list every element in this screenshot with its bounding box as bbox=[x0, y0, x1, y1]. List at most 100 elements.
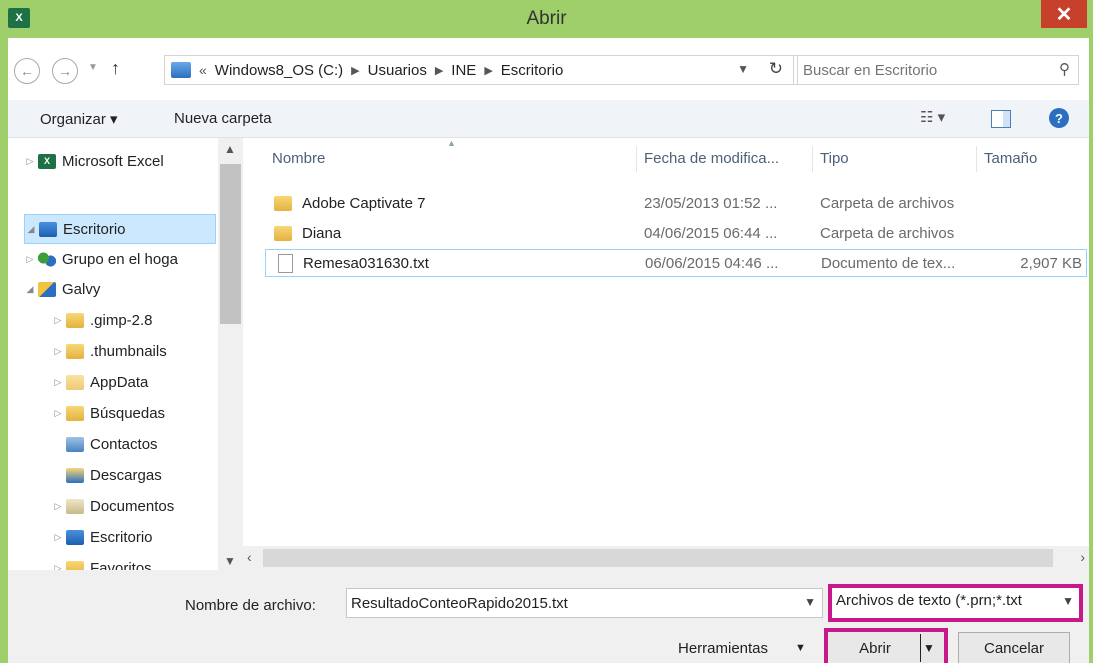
column-header-date[interactable]: Fecha de modifica... bbox=[644, 150, 779, 167]
column-header-size[interactable]: Tamaño bbox=[984, 150, 1037, 167]
nav-item-thumbnails[interactable]: ▷ .thumbnails bbox=[52, 336, 167, 366]
nav-item-busquedas[interactable]: ▷ Búsquedas bbox=[52, 398, 166, 428]
nav-item-escritorio[interactable]: ◢ Escritorio bbox=[24, 214, 216, 244]
title-bar[interactable]: X Abrir ✕ bbox=[0, 0, 1093, 38]
cancel-button[interactable]: Cancelar bbox=[958, 632, 1070, 663]
new-folder-button[interactable]: Nueva carpeta bbox=[174, 110, 272, 127]
file-name: Adobe Captivate 7 bbox=[302, 195, 426, 212]
filename-label: Nombre de archivo: bbox=[185, 597, 316, 614]
nav-item-gimp[interactable]: ▷ .gimp-2.8 bbox=[52, 305, 153, 335]
filename-combobox[interactable]: ▼ bbox=[346, 588, 823, 618]
sort-ascending-icon: ▲ bbox=[447, 138, 456, 148]
open-button[interactable]: Abrir bbox=[830, 634, 920, 662]
column-divider[interactable] bbox=[636, 146, 637, 172]
preview-pane-icon[interactable] bbox=[991, 110, 1011, 128]
collapse-icon[interactable]: ◢ bbox=[25, 224, 37, 235]
dialog-footer: Nombre de archivo: ▼ Archivos de texto (… bbox=[8, 570, 1089, 663]
column-divider[interactable] bbox=[976, 146, 977, 172]
breadcrumb-separator-icon[interactable]: ▶ bbox=[351, 64, 359, 77]
file-name: Remesa031630.txt bbox=[303, 255, 429, 272]
nav-item-documentos[interactable]: ▷ Documentos bbox=[52, 491, 175, 521]
nav-item-descargas[interactable]: Descargas bbox=[66, 460, 162, 490]
filename-input[interactable] bbox=[347, 589, 787, 617]
chevron-down-icon[interactable]: ▼ bbox=[1062, 594, 1074, 608]
address-row: ← → ▼ ↑ « Windows8_OS (C:) ▶ Usuarios ▶ … bbox=[8, 38, 1089, 100]
filetype-select[interactable]: Archivos de texto (*.prn;*.txt ▼ bbox=[828, 584, 1083, 622]
search-input[interactable] bbox=[794, 56, 1034, 84]
collapse-icon[interactable]: ◢ bbox=[24, 284, 36, 295]
expand-icon[interactable]: ▷ bbox=[24, 254, 36, 265]
expand-icon[interactable]: ▷ bbox=[52, 377, 64, 388]
folder-icon bbox=[66, 312, 84, 328]
nav-item-escritorio-sub[interactable]: ▷ Escritorio bbox=[52, 522, 153, 552]
expand-icon[interactable]: ▷ bbox=[52, 501, 64, 512]
open-dropdown-icon[interactable]: ▼ bbox=[923, 641, 935, 655]
folder-icon bbox=[274, 226, 292, 241]
file-type: Carpeta de archivos bbox=[820, 225, 955, 242]
scroll-right-icon[interactable]: › bbox=[1080, 549, 1085, 565]
close-button[interactable]: ✕ bbox=[1041, 0, 1087, 28]
folder-icon bbox=[274, 196, 292, 211]
nav-item-galvy[interactable]: ◢ Galvy bbox=[24, 274, 101, 304]
contacts-icon bbox=[66, 436, 84, 452]
back-button[interactable]: ← bbox=[14, 58, 40, 84]
column-divider[interactable] bbox=[812, 146, 813, 172]
column-header-name[interactable]: Nombre bbox=[272, 150, 325, 167]
hscroll-thumb[interactable] bbox=[263, 549, 1053, 567]
breadcrumb-users[interactable]: Usuarios bbox=[368, 62, 427, 79]
search-icon[interactable]: ⚲ bbox=[1059, 60, 1070, 78]
nav-item-contactos[interactable]: Contactos bbox=[66, 429, 158, 459]
file-type: Documento de tex... bbox=[821, 255, 956, 272]
expand-icon[interactable]: ▷ bbox=[52, 346, 64, 357]
file-date: 04/06/2015 06:44 ... bbox=[644, 225, 778, 242]
search-box[interactable]: ⚲ bbox=[793, 55, 1079, 85]
tools-menu-button[interactable]: Herramientas bbox=[678, 640, 768, 657]
expand-icon[interactable]: ▷ bbox=[52, 532, 64, 543]
breadcrumb-desktop[interactable]: Escritorio bbox=[501, 62, 564, 79]
help-icon[interactable]: ? bbox=[1049, 108, 1069, 128]
overflow-chevron[interactable]: « bbox=[199, 62, 207, 78]
file-date: 06/06/2015 04:46 ... bbox=[645, 255, 779, 272]
split-divider bbox=[920, 634, 921, 662]
breadcrumb-separator-icon[interactable]: ▶ bbox=[484, 64, 492, 77]
address-dropdown-icon[interactable]: ▼ bbox=[737, 62, 749, 76]
excel-icon: X bbox=[38, 153, 56, 169]
up-button[interactable]: ↑ bbox=[111, 58, 120, 79]
recent-locations-button[interactable]: ▼ bbox=[88, 62, 98, 73]
nav-scrollbar[interactable]: ▲ ▼ bbox=[218, 138, 243, 570]
organize-button[interactable]: Organizar ▾ bbox=[40, 110, 118, 128]
nav-item-label: AppData bbox=[90, 373, 149, 391]
nav-item-microsoft-excel[interactable]: ▷ X Microsoft Excel bbox=[24, 146, 164, 176]
nav-item-favoritos[interactable]: ▷ Favoritos bbox=[52, 553, 152, 570]
address-bar[interactable]: « Windows8_OS (C:) ▶ Usuarios ▶ INE ▶ Es… bbox=[164, 55, 798, 85]
refresh-icon[interactable]: ↻ bbox=[769, 59, 783, 79]
nav-scroll-thumb[interactable] bbox=[220, 164, 241, 324]
documents-icon bbox=[66, 498, 84, 514]
scroll-left-icon[interactable]: ‹ bbox=[247, 549, 252, 565]
nav-item-label: Microsoft Excel bbox=[62, 152, 164, 170]
view-options-icon[interactable]: ☷ ▾ bbox=[920, 108, 945, 126]
file-row[interactable]: Adobe Captivate 7 23/05/2013 01:52 ... C… bbox=[264, 190, 1089, 218]
expand-icon[interactable]: ▷ bbox=[52, 315, 64, 326]
chevron-down-icon[interactable]: ▼ bbox=[804, 595, 816, 609]
file-list-hscrollbar[interactable]: ‹ › bbox=[243, 546, 1089, 570]
tools-dropdown-icon[interactable]: ▼ bbox=[795, 642, 806, 654]
expand-icon[interactable]: ▷ bbox=[52, 408, 64, 419]
nav-item-appdata[interactable]: ▷ AppData bbox=[52, 367, 149, 397]
file-row-selected[interactable]: Remesa031630.txt 06/06/2015 04:46 ... Do… bbox=[265, 249, 1087, 277]
breadcrumb-drive[interactable]: Windows8_OS (C:) bbox=[215, 62, 343, 79]
nav-item-label: Favoritos bbox=[90, 559, 152, 571]
breadcrumb-separator-icon[interactable]: ▶ bbox=[435, 64, 443, 77]
dialog-content: ← → ▼ ↑ « Windows8_OS (C:) ▶ Usuarios ▶ … bbox=[8, 38, 1089, 663]
scroll-up-icon[interactable]: ▲ bbox=[224, 142, 236, 156]
file-row[interactable]: Diana 04/06/2015 06:44 ... Carpeta de ar… bbox=[264, 220, 1089, 248]
file-name: Diana bbox=[302, 225, 342, 242]
nav-item-homegroup[interactable]: ▷ Grupo en el hoga bbox=[24, 244, 178, 274]
expand-icon[interactable]: ▷ bbox=[24, 156, 36, 167]
forward-button[interactable]: → bbox=[52, 58, 78, 84]
column-header-type[interactable]: Tipo bbox=[820, 150, 849, 167]
nav-item-label: Galvy bbox=[62, 280, 101, 298]
breadcrumb-ine[interactable]: INE bbox=[451, 62, 476, 79]
scroll-down-icon[interactable]: ▼ bbox=[224, 554, 236, 568]
expand-icon[interactable]: ▷ bbox=[52, 563, 64, 571]
